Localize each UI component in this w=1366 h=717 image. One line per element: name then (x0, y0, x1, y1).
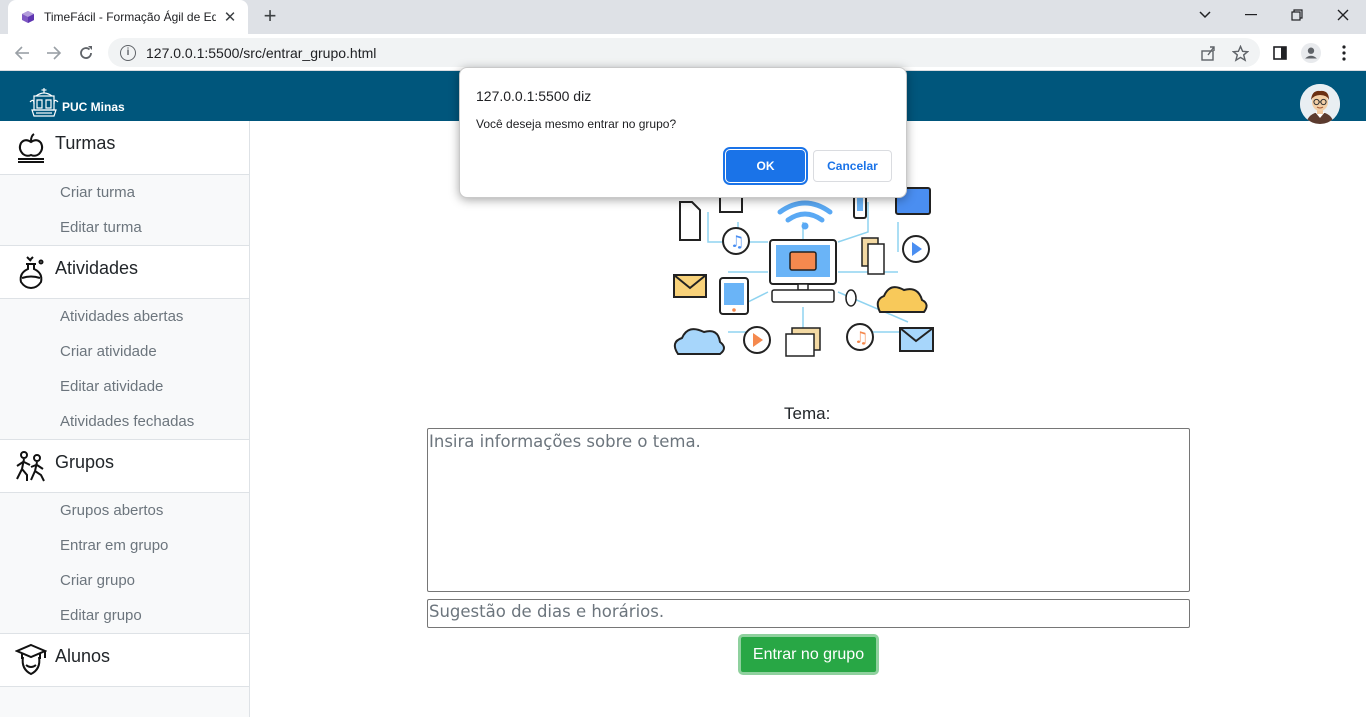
sidebar-item-criar-turma[interactable]: Criar turma (0, 175, 249, 210)
sidebar-section-grupos[interactable]: Grupos (0, 439, 249, 493)
bookmark-star-icon[interactable] (1230, 43, 1250, 63)
sidebar-section-label: Grupos (55, 451, 115, 472)
people-icon (14, 449, 48, 483)
url-text: 127.0.0.1:5500/src/entrar_grupo.html (146, 44, 377, 61)
forward-icon[interactable] (40, 39, 68, 67)
dialog-title: 127.0.0.1:5500 diz (476, 88, 592, 104)
cube-favicon-icon (20, 9, 36, 25)
share-icon[interactable] (1198, 43, 1218, 63)
tab-close-icon[interactable]: ✕ (220, 7, 240, 27)
dialog-ok-button[interactable]: OK (723, 147, 808, 185)
profile-icon[interactable] (1301, 43, 1321, 63)
network-devices-illustration: ♫ ♫ (668, 182, 938, 362)
entrar-no-grupo-button[interactable]: Entrar no grupo (738, 634, 879, 675)
sugestao-textarea[interactable] (427, 599, 1190, 628)
address-bar[interactable]: i 127.0.0.1:5500/src/entrar_grupo.html (108, 38, 1260, 67)
dialog-cancel-button[interactable]: Cancelar (813, 150, 892, 182)
brand-name: PUC Minas (62, 100, 125, 114)
dialog-message: Você deseja mesmo entrar no grupo? (476, 117, 677, 131)
new-tab-icon[interactable]: + (256, 5, 284, 29)
menu-kebab-icon[interactable] (1334, 43, 1354, 63)
sidebar-item-editar-grupo[interactable]: Editar grupo (0, 598, 249, 633)
svg-text:♫: ♫ (854, 328, 868, 347)
sidebar-section-label: Turmas (55, 133, 116, 153)
reload-icon[interactable] (72, 39, 100, 67)
sidebar-section-alunos[interactable]: Alunos (0, 633, 249, 687)
puc-crest-icon (29, 88, 59, 117)
back-icon[interactable] (8, 39, 36, 67)
svg-text:♫: ♫ (730, 232, 744, 251)
sidebar-item-atividades-abertas[interactable]: Atividades abertas (0, 299, 249, 334)
apple-icon (14, 131, 48, 165)
side-panel-icon[interactable] (1270, 43, 1290, 63)
tab-search-icon[interactable] (1182, 0, 1228, 30)
browser-tab[interactable]: TimeFácil - Formação Ágil de Equ ✕ (8, 0, 248, 34)
sidebar-item-editar-atividade[interactable]: Editar atividade (0, 369, 249, 404)
sidebar: Turmas Criar turma Editar turma Atividad… (0, 121, 250, 717)
sidebar-section-turmas[interactable]: Turmas (0, 121, 249, 175)
sidebar-item-entrar-em-grupo[interactable]: Entrar em grupo (0, 528, 249, 563)
restore-icon[interactable] (1274, 0, 1320, 30)
sidebar-item-atividades-fechadas[interactable]: Atividades fechadas (0, 404, 249, 439)
confirm-dialog: 127.0.0.1:5500 diz Você deseja mesmo ent… (459, 67, 907, 198)
browser-toolbar: i 127.0.0.1:5500/src/entrar_grupo.html (0, 34, 1366, 71)
sidebar-item-criar-atividade[interactable]: Criar atividade (0, 334, 249, 369)
sidebar-item-grupos-abertos[interactable]: Grupos abertos (0, 493, 249, 528)
flask-icon (14, 255, 48, 289)
sidebar-section-label: Atividades (55, 257, 139, 278)
user-avatar[interactable] (1300, 84, 1340, 124)
puc-minas-logo[interactable]: PUC Minas (28, 86, 125, 119)
sidebar-item-criar-grupo[interactable]: Criar grupo (0, 563, 249, 598)
minimize-icon[interactable] (1228, 0, 1274, 30)
sidebar-section-label: Alunos (55, 645, 111, 666)
sidebar-item-editar-turma[interactable]: Editar turma (0, 210, 249, 245)
site-info-icon[interactable]: i (120, 44, 136, 61)
browser-tab-strip: TimeFácil - Formação Ágil de Equ ✕ + (0, 0, 1366, 34)
close-window-icon[interactable] (1320, 0, 1366, 30)
tab-title: TimeFácil - Formação Ágil de Equ (44, 10, 216, 24)
tema-textarea[interactable] (427, 428, 1190, 592)
student-icon (14, 643, 48, 677)
tema-label: Tema: (784, 404, 831, 423)
sidebar-section-atividades[interactable]: Atividades (0, 245, 249, 299)
